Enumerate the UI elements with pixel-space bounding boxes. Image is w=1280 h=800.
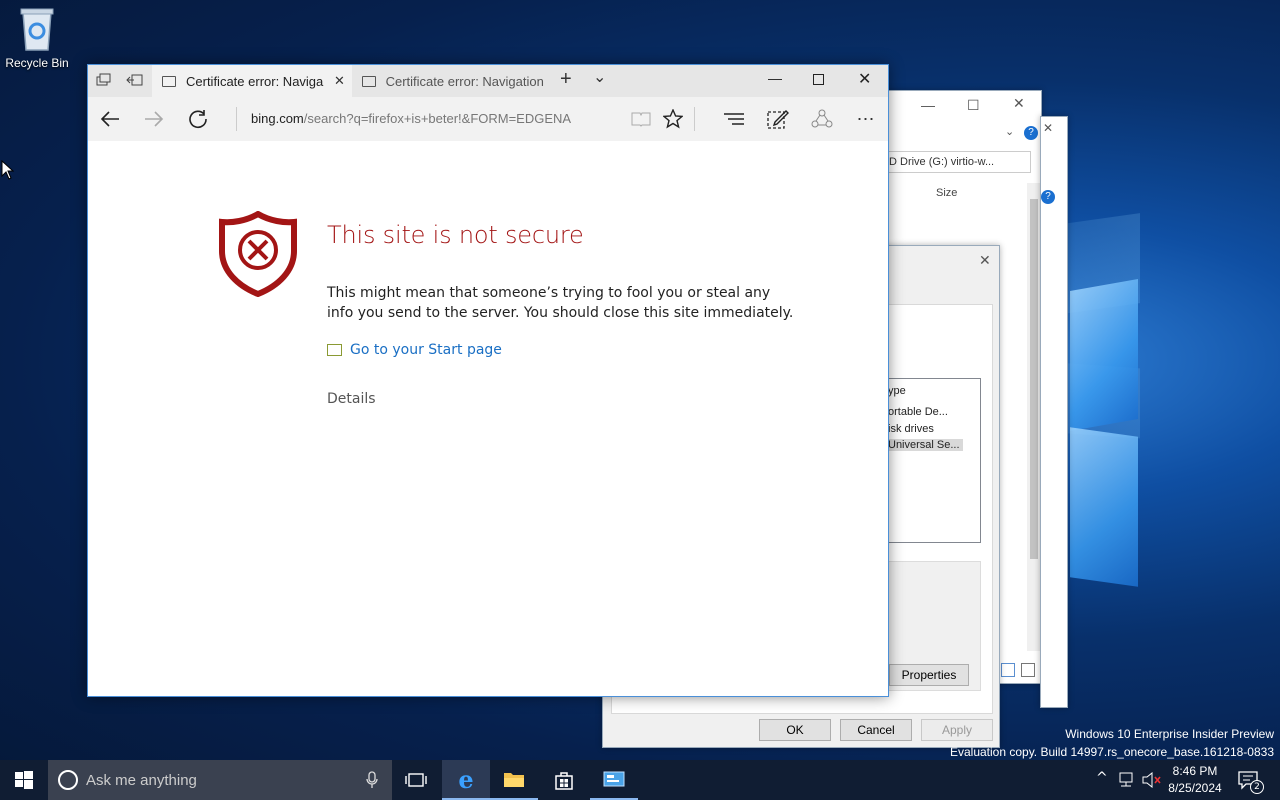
tab-label: Certificate error: Naviga — [186, 73, 324, 89]
navigation-bar: bing.com/search?q=firefox+is+beter!&FORM… — [88, 97, 888, 141]
address-bar[interactable]: bing.com/search?q=firefox+is+beter!&FORM… — [236, 107, 626, 131]
control-panel-taskbar-icon[interactable] — [590, 760, 638, 800]
device-list[interactable]: ype ortable De... isk drives Universal S… — [883, 378, 981, 543]
explorer-search-text: D Drive (G:) virtio-w... — [889, 156, 995, 168]
share-icon[interactable] — [800, 97, 844, 141]
details-link[interactable]: Details — [327, 391, 376, 407]
hub-icon[interactable] — [712, 97, 756, 141]
column-type-header[interactable]: ype — [888, 385, 906, 397]
new-tab-icon[interactable]: + — [560, 68, 572, 91]
apply-button: Apply — [921, 719, 993, 741]
error-description: This might mean that someone’s trying to… — [327, 285, 794, 321]
watermark-build: Evaluation copy. Build 14997.rs_onecore_… — [949, 745, 1274, 759]
maximize-icon[interactable] — [813, 74, 824, 85]
show-hidden-icons-chevron-icon[interactable]: ^ — [1096, 770, 1108, 786]
network-icon[interactable] — [1118, 772, 1136, 792]
page-icon — [362, 75, 376, 87]
address-path: /search?q=firefox+is+beter!&FORM=EDGENA — [303, 111, 572, 126]
chevron-down-icon[interactable]: ⌄ — [1005, 125, 1014, 138]
page-content: This site is not secure This might mean … — [88, 141, 888, 696]
watermark-edition: Windows 10 Enterprise Insider Preview — [1065, 727, 1274, 741]
taskbar: Ask me anything e ^ 8:46 PM 8/25/2024 2 — [0, 760, 1280, 800]
notification-count-badge: 2 — [1250, 780, 1264, 794]
tab-preview-icon[interactable] — [96, 73, 112, 87]
forward-arrow-icon — [132, 97, 176, 141]
volume-muted-icon[interactable] — [1142, 771, 1162, 792]
explorer-search-box[interactable]: D Drive (G:) virtio-w... — [885, 151, 1031, 173]
close-tab-icon[interactable]: ✕ — [334, 73, 345, 89]
start-page-link-text: Go to your Start page — [350, 342, 502, 358]
maximize-icon[interactable]: ☐ — [967, 97, 980, 114]
scrollbar[interactable] — [1027, 183, 1041, 651]
close-icon[interactable]: ✕ — [979, 252, 991, 269]
start-page-icon — [327, 344, 342, 356]
page-title: This site is not secure — [327, 221, 584, 249]
tab-bar: Certificate error: Naviga ✕ Certificate … — [88, 65, 888, 97]
ok-button[interactable]: OK — [759, 719, 831, 741]
refresh-icon[interactable] — [176, 97, 220, 141]
search-placeholder: Ask me anything — [86, 771, 197, 789]
tiles-view-icon[interactable] — [1021, 663, 1035, 677]
tab-certificate-error-1[interactable]: Certificate error: Naviga ✕ — [152, 65, 352, 97]
chevron-down-icon[interactable]: ⌄ — [593, 67, 606, 87]
more-options-icon[interactable]: ⋯ — [844, 97, 888, 141]
clock-time[interactable]: 8:46 PM — [1166, 764, 1224, 778]
task-view-icon[interactable] — [392, 760, 440, 800]
close-icon[interactable]: ✕ — [1013, 95, 1025, 112]
recycle-bin-label: Recycle Bin — [5, 56, 69, 70]
help-icon[interactable]: ? — [1024, 126, 1038, 140]
cortana-search-box[interactable]: Ask me anything — [48, 760, 392, 800]
toolbar-divider — [694, 107, 695, 131]
help-icon[interactable]: ? — [1041, 190, 1055, 204]
back-arrow-icon[interactable] — [88, 97, 132, 141]
start-button[interactable] — [0, 760, 48, 800]
recycle-bin-icon[interactable]: Recycle Bin — [2, 6, 72, 70]
tab-certificate-error-2[interactable]: Certificate error: Navigation — [352, 65, 550, 97]
cortana-icon — [58, 770, 78, 790]
file-explorer-taskbar-icon[interactable] — [490, 760, 538, 800]
details-view-icon[interactable] — [1001, 663, 1015, 677]
background-window[interactable]: ✕ ? — [1040, 116, 1068, 708]
edge-browser-window[interactable]: Certificate error: Naviga ✕ Certificate … — [87, 64, 889, 697]
mouse-cursor-icon — [1, 160, 15, 180]
start-page-link[interactable]: Go to your Start page — [327, 342, 502, 358]
minimize-icon[interactable]: — — [768, 70, 782, 86]
web-note-icon[interactable] — [756, 97, 800, 141]
set-tabs-aside-icon[interactable] — [126, 73, 144, 87]
tab-label: Certificate error: Navigation — [385, 73, 544, 89]
page-icon — [162, 75, 176, 87]
shield-error-icon — [218, 210, 298, 302]
minimize-icon[interactable]: — — [921, 97, 935, 113]
microphone-icon[interactable] — [366, 771, 378, 793]
device-row[interactable]: Universal Se... — [885, 439, 963, 451]
edge-taskbar-icon[interactable]: e — [442, 760, 490, 800]
address-host: bing.com — [251, 111, 304, 126]
properties-button[interactable]: Properties — [889, 664, 969, 686]
clock-date[interactable]: 8/25/2024 — [1166, 781, 1224, 795]
close-icon[interactable]: ✕ — [1043, 121, 1053, 135]
device-row[interactable]: isk drives — [888, 423, 934, 435]
store-taskbar-icon[interactable] — [540, 760, 588, 800]
cancel-button[interactable]: Cancel — [840, 719, 912, 741]
device-row[interactable]: ortable De... — [888, 406, 948, 418]
column-size-header[interactable]: Size — [936, 187, 957, 199]
favorite-star-icon[interactable] — [651, 97, 695, 141]
close-icon[interactable]: ✕ — [858, 69, 871, 89]
